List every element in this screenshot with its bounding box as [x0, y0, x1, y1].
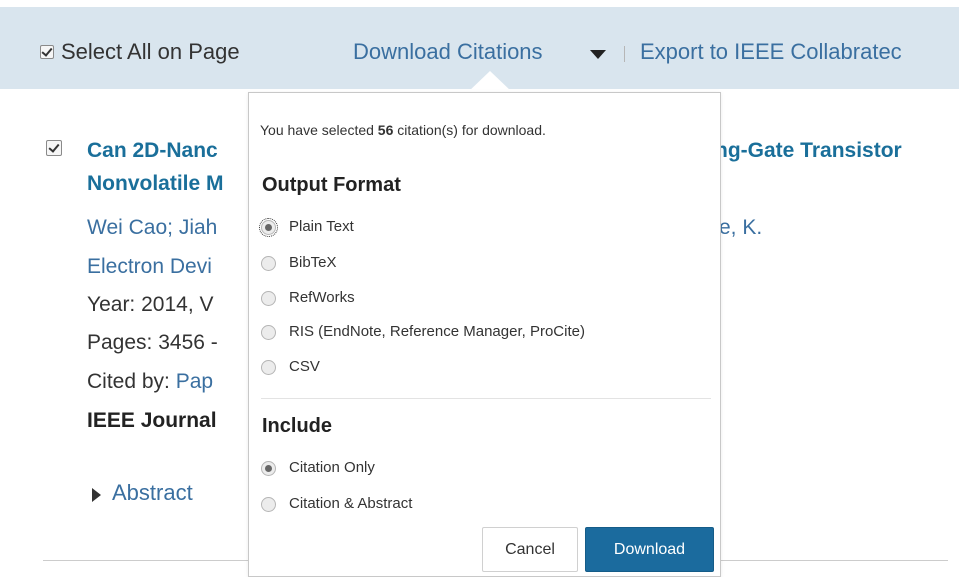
include-label-citation-abstract[interactable]: Citation & Abstract	[289, 495, 412, 512]
popup-section-divider	[261, 398, 711, 399]
download-citations-popup: You have selected 56 citation(s) for dow…	[248, 92, 721, 577]
download-button[interactable]: Download	[585, 527, 714, 572]
selection-count: 56	[377, 122, 394, 138]
format-radio-csv[interactable]	[261, 360, 276, 375]
cited-by-label: Cited by:	[87, 370, 176, 393]
result-title-line2[interactable]: Nonvolatile M	[87, 168, 224, 200]
caret-right-icon[interactable]	[92, 488, 101, 502]
cited-by-papers-link[interactable]: Pap	[176, 370, 213, 393]
abstract-toggle[interactable]: Abstract	[112, 480, 193, 506]
result-authors[interactable]: Wei Cao; Jiah	[87, 212, 217, 244]
result-publication-link[interactable]: Electron Devi	[87, 251, 212, 283]
include-label-citation-only[interactable]: Citation Only	[289, 459, 375, 476]
toolbar-separator	[624, 46, 625, 62]
format-radio-bibtex[interactable]	[261, 256, 276, 271]
selection-info: You have selected 56 citation(s) for dow…	[260, 122, 546, 138]
download-citations-link[interactable]: Download Citations	[353, 39, 543, 65]
format-label-csv[interactable]: CSV	[289, 358, 320, 375]
popup-pointer	[467, 71, 513, 93]
output-format-heading: Output Format	[262, 174, 401, 196]
select-all-checkbox[interactable]	[40, 45, 54, 59]
checkmark-icon	[48, 141, 60, 153]
select-all-label[interactable]: Select All on Page	[61, 39, 240, 65]
format-radio-plain-text[interactable]	[259, 218, 278, 237]
result-title-line1-tail[interactable]: ng-Gate Transistor	[715, 135, 902, 167]
format-label-bibtex[interactable]: BibTeX	[289, 254, 337, 271]
selection-info-prefix: You have selected	[260, 122, 378, 138]
format-radio-refworks[interactable]	[261, 291, 276, 306]
format-label-refworks[interactable]: RefWorks	[289, 289, 355, 306]
format-label-ris[interactable]: RIS (EndNote, Reference Manager, ProCite…	[289, 323, 585, 340]
result-cited-by: Cited by: Pap	[87, 366, 213, 398]
result-year-volume: Year: 2014, V	[87, 293, 214, 316]
result-checkbox[interactable]	[46, 140, 62, 156]
result-authors-tail[interactable]: e, K.	[719, 212, 762, 244]
cancel-button[interactable]: Cancel	[482, 527, 578, 572]
include-heading: Include	[262, 415, 333, 437]
format-radio-ris[interactable]	[261, 325, 276, 340]
result-pages: Pages: 3456 -	[87, 331, 218, 354]
result-title-line1[interactable]: Can 2D-Nanc	[87, 135, 218, 167]
selection-info-suffix: citation(s) for download.	[393, 122, 546, 138]
include-radio-citation-abstract[interactable]	[261, 497, 276, 512]
format-label-plain-text[interactable]: Plain Text	[289, 218, 354, 235]
include-radio-citation-only[interactable]	[261, 461, 276, 476]
export-collabratec-link[interactable]: Export to IEEE Collabratec	[640, 39, 902, 65]
caret-down-icon[interactable]	[590, 50, 606, 59]
result-venue: IEEE Journal	[87, 409, 217, 432]
checkmark-icon	[41, 45, 53, 57]
